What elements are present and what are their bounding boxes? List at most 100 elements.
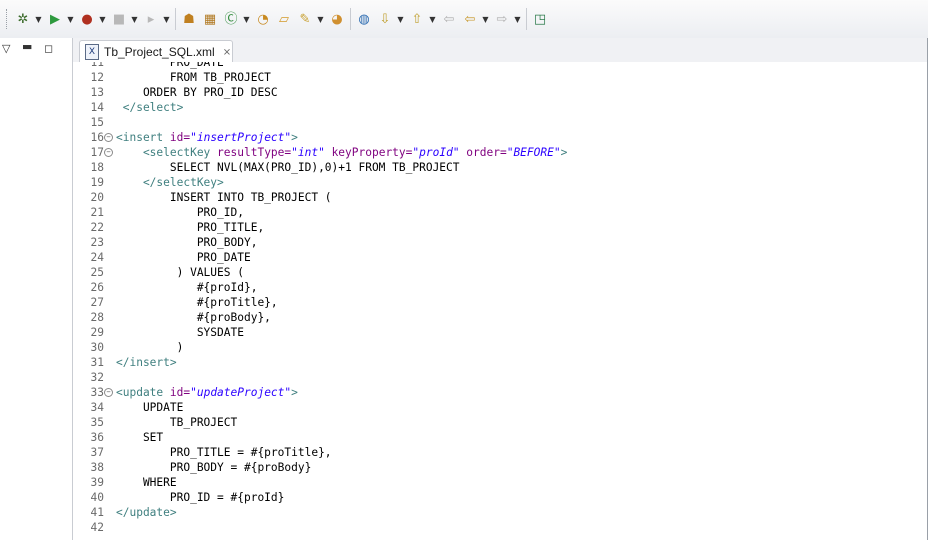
code-line[interactable]: 11 PRO_DATE xyxy=(73,62,927,70)
code-line[interactable]: 12 FROM TB_PROJECT xyxy=(73,70,927,85)
line-number: 27 xyxy=(90,296,104,309)
code-token: SYSDATE xyxy=(116,326,244,339)
code-text: SET xyxy=(116,430,163,445)
open-perspective-icon[interactable]: ◳ xyxy=(531,10,549,28)
code-text: ORDER BY PRO_ID DESC xyxy=(116,85,278,100)
code-line[interactable]: 30 ) xyxy=(73,340,927,355)
code-text: #{proBody}, xyxy=(116,310,271,325)
toolbar-grip[interactable] xyxy=(6,9,9,29)
code-text: <insert id="insertProject"> xyxy=(116,130,298,145)
forward-dropdown-arrow-icon[interactable]: ▼ xyxy=(513,10,522,28)
open-task-dropdown-arrow-icon[interactable]: ▼ xyxy=(316,10,325,28)
code-line[interactable]: 16− <insert id="insertProject"> xyxy=(73,130,927,145)
code-line[interactable]: 24 PRO_DATE xyxy=(73,250,927,265)
view-menu-icon[interactable]: ▽ xyxy=(2,42,10,55)
new-class-icon[interactable]: Ⓒ xyxy=(222,10,240,28)
forward-icon[interactable]: ⇨ xyxy=(493,10,511,28)
deploy-icon[interactable]: ▸ xyxy=(142,10,160,28)
run-external-tool-icon[interactable]: ● xyxy=(78,10,96,28)
code-line[interactable]: 17− <selectKey resultType="int" keyPrope… xyxy=(73,145,927,160)
editor-tab[interactable]: X Tb_Project_SQL.xml ⨯ xyxy=(79,40,233,63)
code-line[interactable]: 33− <update id="updateProject"> xyxy=(73,385,927,400)
open-task-icon[interactable]: ✎ xyxy=(296,10,314,28)
code-text: ) VALUES ( xyxy=(116,265,244,280)
new-package-icon[interactable]: ▦ xyxy=(201,10,219,28)
code-editor[interactable]: 11 PRO_DATE 12 FROM TB_PROJECT 13 ORDER BY… xyxy=(73,62,927,539)
code-line[interactable]: 40 PRO_ID = #{proId} xyxy=(73,490,927,505)
new-class-dropdown-arrow-icon[interactable]: ▼ xyxy=(242,10,251,28)
code-line[interactable]: 15 xyxy=(73,115,927,130)
code-line[interactable]: 19 </selectKey> xyxy=(73,175,927,190)
code-line[interactable]: 20 INSERT INTO TB_PROJECT ( xyxy=(73,190,927,205)
debug-dropdown-arrow-icon[interactable]: ▼ xyxy=(34,10,43,28)
last-edit-location-icon[interactable]: ⇦ xyxy=(440,10,458,28)
code-token: SET xyxy=(116,431,164,444)
back-dropdown-arrow-icon[interactable]: ▼ xyxy=(481,10,490,28)
line-number: 26 xyxy=(90,281,104,294)
code-token: ) VALUES ( xyxy=(116,266,244,279)
code-line[interactable]: 28 #{proBody}, xyxy=(73,310,927,325)
maximize-icon[interactable]: ◻ xyxy=(44,42,53,55)
code-line[interactable]: 13 ORDER BY PRO_ID DESC xyxy=(73,85,927,100)
code-line[interactable]: 14 </select> xyxy=(73,100,927,115)
code-line[interactable]: 38 PRO_BODY = #{proBody} xyxy=(73,460,927,475)
code-line[interactable]: 29 SYSDATE xyxy=(73,325,927,340)
back-icon[interactable]: ⇦ xyxy=(461,10,479,28)
code-line[interactable]: 41 </update> xyxy=(73,505,927,520)
code-text: WHERE xyxy=(116,475,177,490)
line-number: 42 xyxy=(90,521,104,534)
fold-toggle-icon[interactable]: − xyxy=(104,388,113,397)
code-line[interactable]: 27 #{proTitle}, xyxy=(73,295,927,310)
code-line[interactable]: 42 xyxy=(73,520,927,535)
code-line[interactable]: 23 PRO_BODY, xyxy=(73,235,927,250)
code-token: UPDATE xyxy=(116,401,184,414)
open-folder-icon[interactable]: ▱ xyxy=(275,10,293,28)
fold-toggle-icon[interactable]: − xyxy=(104,148,113,157)
code-line[interactable]: 37 PRO_TITLE = #{proTitle}, xyxy=(73,445,927,460)
code-token: order= xyxy=(459,146,507,159)
code-token: "int" xyxy=(291,146,325,159)
run-icon[interactable]: ▶ xyxy=(46,10,64,28)
deploy-dropdown-arrow-icon[interactable]: ▼ xyxy=(162,10,171,28)
debug-icon[interactable]: ✲ xyxy=(14,10,32,28)
open-resource-icon[interactable]: ◕ xyxy=(328,10,346,28)
code-line[interactable]: 25 ) VALUES ( xyxy=(73,265,927,280)
code-token: TB_PROJECT xyxy=(116,416,238,429)
minimize-icon[interactable]: ▬ xyxy=(22,40,32,53)
code-text: SELECT NVL(MAX(PRO_ID),0)+1 FROM TB_PROJ… xyxy=(116,160,460,175)
web-browser-icon[interactable]: ◍ xyxy=(355,10,373,28)
code-token: <selectKey xyxy=(116,146,218,159)
code-token: > xyxy=(291,386,298,399)
close-icon[interactable]: ⨯ xyxy=(223,47,231,58)
open-type-icon[interactable]: ◔ xyxy=(254,10,272,28)
fold-toggle-icon[interactable]: − xyxy=(104,133,113,142)
code-line[interactable]: 34 UPDATE xyxy=(73,400,927,415)
code-line[interactable]: 39 WHERE xyxy=(73,475,927,490)
code-token: > xyxy=(291,131,298,144)
code-text: </insert> xyxy=(116,355,177,370)
previous-annotation-dropdown-arrow-icon[interactable]: ▼ xyxy=(428,10,437,28)
code-line[interactable]: 31 </insert> xyxy=(73,355,927,370)
code-line[interactable]: 26 #{proId}, xyxy=(73,280,927,295)
code-line[interactable]: 18 SELECT NVL(MAX(PRO_ID),0)+1 FROM TB_P… xyxy=(73,160,927,175)
next-annotation-icon[interactable]: ⇩ xyxy=(376,10,394,28)
previous-annotation-icon[interactable]: ⇧ xyxy=(408,10,426,28)
run-dropdown-arrow-icon[interactable]: ▼ xyxy=(66,10,75,28)
run-external-tool-dropdown-arrow-icon[interactable]: ▼ xyxy=(98,10,107,28)
stop-server-icon[interactable]: ■ xyxy=(110,10,128,28)
code-line[interactable]: 32 xyxy=(73,370,927,385)
line-number: 17 xyxy=(90,146,104,159)
next-annotation-dropdown-arrow-icon[interactable]: ▼ xyxy=(396,10,405,28)
code-line[interactable]: 35 TB_PROJECT xyxy=(73,415,927,430)
stop-server-dropdown-arrow-icon[interactable]: ▼ xyxy=(130,10,139,28)
new-java-project-icon[interactable]: ☗ xyxy=(180,10,198,28)
line-number: 31 xyxy=(90,356,104,369)
code-token: </insert> xyxy=(116,356,177,369)
code-text: </selectKey> xyxy=(116,175,224,190)
line-number: 13 xyxy=(90,86,104,99)
code-token: PRO_BODY = #{proBody} xyxy=(116,461,312,474)
code-line[interactable]: 36 SET xyxy=(73,430,927,445)
code-line[interactable]: 21 PRO_ID, xyxy=(73,205,927,220)
code-line[interactable]: 22 PRO_TITLE, xyxy=(73,220,927,235)
code-token: #{proId}, xyxy=(116,281,258,294)
